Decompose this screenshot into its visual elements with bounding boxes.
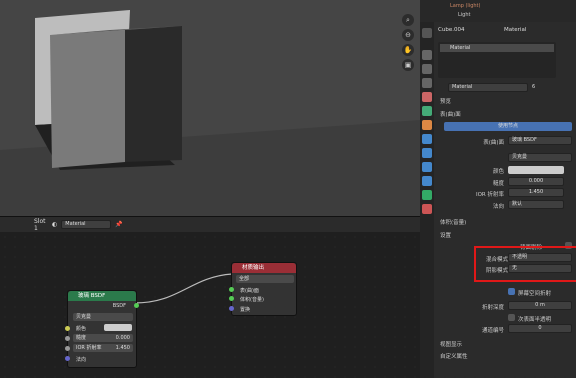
- zoom-icon[interactable]: ⌕: [402, 14, 414, 26]
- scene-tab-icon[interactable]: [422, 92, 432, 102]
- material-name-field[interactable]: Material: [448, 83, 528, 92]
- use-nodes-button[interactable]: 使用节点: [444, 122, 572, 131]
- roughness-value: 0.000: [115, 335, 130, 341]
- bsdf-output-label: BSDF: [112, 303, 126, 309]
- ssr-checkbox[interactable]: [508, 288, 515, 295]
- material-users[interactable]: 6: [532, 84, 535, 90]
- pin-icon[interactable]: 📌: [115, 221, 122, 228]
- slot-dropdown[interactable]: Slot 1: [4, 218, 46, 232]
- material-tab-icon[interactable]: [422, 204, 432, 214]
- glass-bsdf-node[interactable]: 玻璃 BSDF BSDF 贝克曼 颜色 糙度 0.000 IOR 折射率 1.450…: [65, 290, 139, 368]
- output-node-title: 材质输出: [232, 263, 296, 273]
- normal-socket[interactable]: [65, 356, 70, 361]
- glass-node-title: 玻璃 BSDF: [68, 291, 136, 301]
- blend-mode-select[interactable]: 不透明: [508, 253, 572, 262]
- material-output-node[interactable]: 材质输出 全部 表(曲)面 体积(音量) 置换: [229, 262, 297, 316]
- section-preview[interactable]: 预览: [440, 97, 451, 105]
- output-tab-icon[interactable]: [422, 64, 432, 74]
- normal-prop-field[interactable]: 默认: [508, 200, 564, 209]
- surface-label: 表(曲)面: [483, 140, 504, 146]
- sss-checkbox[interactable]: [508, 314, 515, 321]
- pass-index-field[interactable]: 0: [508, 324, 572, 333]
- ior-prop-label: IOR 折射率: [475, 192, 504, 198]
- node-link: [133, 273, 233, 304]
- roughness-label: 糙度: [76, 335, 87, 341]
- material-sphere-icon: ◐: [52, 221, 58, 228]
- camera-icon[interactable]: ▣: [402, 59, 414, 71]
- color-prop-label: 颜色: [492, 169, 504, 175]
- displacement-input-label: 置换: [240, 307, 251, 313]
- outliner-item-light-data[interactable]: Lamp (light): [450, 3, 480, 9]
- node-material-field[interactable]: Material: [61, 220, 112, 229]
- ssr-label: 屏幕空间折射: [518, 291, 552, 297]
- section-settings[interactable]: 设置: [440, 231, 451, 239]
- surface-socket[interactable]: [229, 287, 234, 292]
- world-tab-icon[interactable]: [422, 106, 432, 116]
- shadow-mode-label: 阴影模式: [485, 268, 508, 274]
- distribution-select[interactable]: 贝克曼: [508, 153, 572, 162]
- pass-index-label: 通道编号: [481, 328, 504, 334]
- distribution-dropdown[interactable]: 贝克曼: [73, 313, 133, 321]
- material-breadcrumb: Material: [504, 27, 527, 33]
- section-surface[interactable]: 表(曲)面: [440, 110, 461, 118]
- bsdf-output-socket[interactable]: [134, 303, 139, 308]
- physics-tab-icon[interactable]: [422, 162, 432, 172]
- displacement-socket[interactable]: [229, 306, 234, 311]
- shadow-mode-select[interactable]: 无: [508, 264, 572, 273]
- color-swatch[interactable]: [104, 324, 132, 331]
- properties-tabs: [420, 22, 434, 378]
- color-prop-swatch[interactable]: [508, 166, 564, 174]
- pan-hand-icon[interactable]: ✋: [402, 44, 414, 56]
- ior-prop-field[interactable]: 1.450: [508, 188, 564, 197]
- front-cube: [50, 30, 125, 168]
- node-canvas[interactable]: 玻璃 BSDF BSDF 贝克曼 颜色 糙度 0.000 IOR 折射率 1.450…: [0, 232, 420, 378]
- 3d-viewport[interactable]: ⌕ ⊖ ✋ ▣: [0, 0, 420, 216]
- view-layer-tab-icon[interactable]: [422, 78, 432, 88]
- refraction-depth-field[interactable]: 0 m: [508, 301, 572, 310]
- particles-tab-icon[interactable]: [422, 148, 432, 158]
- color-socket[interactable]: [65, 326, 70, 331]
- object-tab-icon[interactable]: [422, 120, 432, 130]
- refraction-depth-label: 折射深度: [481, 305, 504, 311]
- normal-prop-label: 法向: [492, 204, 504, 210]
- roughness-socket[interactable]: [65, 336, 70, 341]
- object-breadcrumb: Cube.004: [438, 27, 465, 33]
- ior-value: 1.450: [115, 345, 130, 351]
- roughness-prop-field[interactable]: 0.000: [508, 177, 564, 186]
- sss-label: 次表面半透明: [518, 317, 552, 323]
- color-label: 颜色: [76, 326, 87, 332]
- ior-label: IOR 折射率: [76, 345, 102, 351]
- volume-socket[interactable]: [229, 296, 234, 301]
- roughness-field[interactable]: 糙度 0.000: [73, 334, 133, 342]
- render-tab-icon[interactable]: [422, 50, 432, 60]
- outliner-item-light[interactable]: Light: [458, 12, 470, 18]
- tool-tab-icon[interactable]: [422, 28, 432, 38]
- target-dropdown[interactable]: 全部: [236, 275, 294, 283]
- blend-mode-label: 混合模式: [485, 257, 508, 263]
- roughness-prop-label: 糙度: [492, 181, 504, 187]
- node-editor-header: Slot 1 ◐ Material 📌: [0, 216, 420, 232]
- ior-field[interactable]: IOR 折射率 1.450: [73, 344, 133, 352]
- viewport-scene: [0, 0, 420, 216]
- section-custom-properties[interactable]: 自定义属性: [440, 352, 468, 360]
- zoom-out-icon[interactable]: ⊖: [402, 29, 414, 41]
- section-volume[interactable]: 体积(音量): [440, 218, 466, 226]
- section-viewport-display[interactable]: 视图显示: [440, 340, 462, 348]
- volume-input-label: 体积(音量): [240, 297, 264, 303]
- material-slot-item[interactable]: Material: [440, 44, 554, 52]
- surface-shader-field[interactable]: 玻璃 BSDF: [508, 136, 572, 145]
- data-tab-icon[interactable]: [422, 190, 432, 200]
- constraints-tab-icon[interactable]: [422, 176, 432, 186]
- material-slot-list[interactable]: Material: [438, 42, 556, 78]
- modifier-tab-icon[interactable]: [422, 134, 432, 144]
- outliner[interactable]: Lamp (light) Light: [420, 0, 576, 22]
- normal-label: 法向: [76, 357, 87, 363]
- surface-input-label: 表(曲)面: [240, 288, 259, 294]
- ior-socket[interactable]: [65, 346, 70, 351]
- properties-panel: Cube.004 Material Material Material 6 预览…: [420, 22, 576, 378]
